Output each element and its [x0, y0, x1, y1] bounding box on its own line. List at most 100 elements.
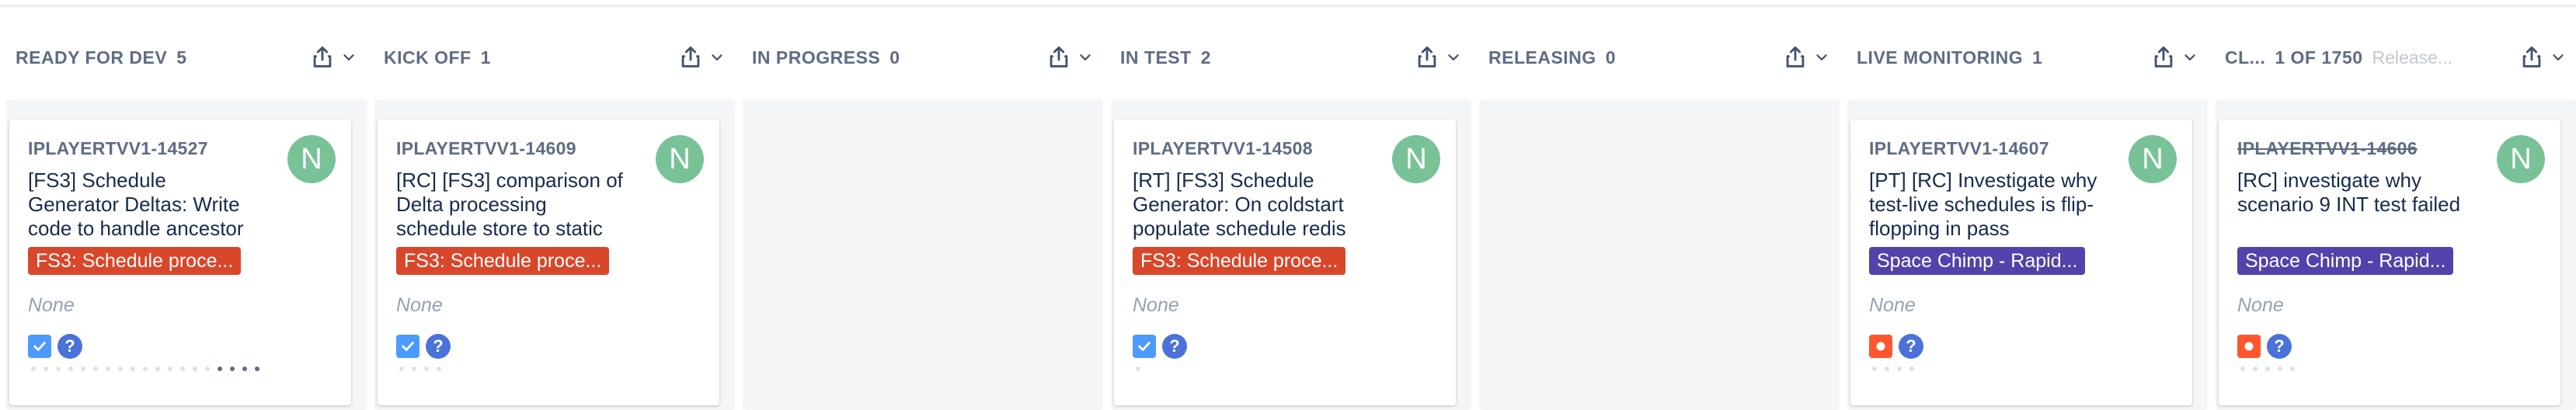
column-live-monitoring: LIVE MONITORING 1 IPLAYERTVV1-14607 N [P… [1847, 16, 2208, 410]
story-type-icon [396, 335, 419, 358]
column-issue-count: 5 [176, 47, 187, 68]
column-actions[interactable] [1046, 44, 1094, 71]
assignee-avatar[interactable]: N [287, 135, 336, 183]
column-issue-count: 1 [480, 47, 491, 68]
fix-version: None [396, 294, 443, 316]
assignee-avatar[interactable]: N [2129, 135, 2177, 183]
card-icons: ? [28, 334, 332, 359]
column-header: IN PROGRESS 0 [743, 16, 1103, 99]
kanban-board: READY FOR DEV 5 IPLAYERTVV1-14527 N [FS3… [0, 16, 2576, 410]
priority-icon: ? [2267, 334, 2292, 359]
chevron-down-icon[interactable] [1813, 49, 1830, 66]
column-header: CL... 1 OF 1750 Release... [2216, 16, 2576, 99]
column-actions[interactable] [1414, 44, 1462, 71]
subtask-progress-dots [1136, 367, 1437, 371]
column-actions[interactable] [2519, 44, 2567, 71]
priority-icon: ? [1162, 334, 1187, 359]
story-type-icon [1133, 335, 1156, 358]
assignee-avatar[interactable]: N [2497, 135, 2545, 183]
chevron-down-icon[interactable] [2181, 49, 2198, 66]
column-in-progress: IN PROGRESS 0 [743, 16, 1103, 410]
card-icons: ? [2237, 334, 2542, 359]
epic-label[interactable]: Space Chimp - Rapid... [1869, 247, 2086, 275]
column-title-label: CL... [2225, 47, 2266, 68]
column-title-label: IN PROGRESS [752, 47, 881, 68]
epic-label[interactable]: FS3: Schedule proce... [396, 247, 610, 275]
issue-card[interactable]: IPLAYERTVV1-14508 N [RT] [FS3] Schedule … [1114, 120, 1456, 405]
column-title-label: RELEASING [1488, 47, 1596, 68]
export-icon[interactable] [1414, 44, 1440, 71]
column-title-label: READY FOR DEV [16, 47, 168, 68]
column-title: IN PROGRESS 0 [752, 47, 900, 68]
column-closed: CL... 1 OF 1750 Release... IPLAYERTVV1-1… [2216, 16, 2576, 410]
column-ready-for-dev: READY FOR DEV 5 IPLAYERTVV1-14527 N [FS3… [6, 16, 367, 410]
release-placeholder[interactable]: Release... [2372, 47, 2453, 68]
column-title: RELEASING 0 [1488, 47, 1616, 68]
subtask-progress-dots [31, 367, 332, 371]
epic-label[interactable]: Space Chimp - Rapid... [2237, 247, 2454, 275]
export-icon[interactable] [2519, 44, 2545, 71]
fix-version: None [2237, 294, 2284, 316]
assignee-avatar[interactable]: N [656, 135, 704, 183]
column-actions[interactable] [1782, 44, 1830, 71]
column-title-label: KICK OFF [384, 47, 472, 68]
export-icon[interactable] [2150, 44, 2177, 71]
issue-summary: [RC] investigate why scenario 9 INT test… [2237, 169, 2461, 216]
column-header: IN TEST 2 [1111, 16, 1471, 99]
column-header: LIVE MONITORING 1 [1847, 16, 2208, 99]
export-icon[interactable] [1782, 44, 1808, 71]
column-body: IPLAYERTVV1-14607 N [PT] [RC] Investigat… [1847, 99, 2208, 410]
column-body[interactable] [1479, 99, 1840, 410]
epic-label[interactable]: FS3: Schedule proce... [28, 247, 242, 275]
issue-summary: [RC] [FS3] comparison of Delta processin… [396, 169, 623, 240]
card-icons: ? [1869, 334, 2174, 359]
card-icons: ? [396, 334, 701, 359]
chevron-down-icon[interactable] [708, 49, 726, 66]
chevron-down-icon[interactable] [2550, 49, 2567, 66]
export-icon[interactable] [1046, 44, 1072, 71]
column-title-label: IN TEST [1120, 47, 1192, 68]
column-body: IPLAYERTVV1-14606 N [RC] investigate why… [2216, 99, 2576, 410]
column-actions[interactable] [677, 44, 726, 71]
column-actions[interactable] [309, 44, 357, 71]
issue-card[interactable]: IPLAYERTVV1-14609 N [RC] [FS3] compariso… [378, 120, 719, 405]
column-releasing: RELEASING 0 [1479, 16, 1840, 410]
assignee-avatar[interactable]: N [1392, 135, 1440, 183]
column-body[interactable] [743, 99, 1103, 410]
chevron-down-icon[interactable] [340, 49, 357, 66]
card-icons: ? [1133, 334, 1437, 359]
column-title: LIVE MONITORING 1 [1857, 47, 2042, 68]
column-title: KICK OFF 1 [384, 47, 491, 68]
column-issue-count: 2 [1200, 47, 1211, 68]
column-issue-count: 0 [889, 47, 900, 68]
issue-summary: [PT] [RC] Investigate why test-live sche… [1869, 169, 2097, 240]
column-in-test: IN TEST 2 IPLAYERTVV1-14508 N [RT] [FS3]… [1111, 16, 1471, 410]
column-title: READY FOR DEV 5 [16, 47, 187, 68]
fix-version: None [1869, 294, 1916, 316]
column-issue-count: 1 OF 1750 [2275, 47, 2363, 68]
column-body: IPLAYERTVV1-14527 N [FS3] Schedule Gener… [6, 99, 367, 410]
export-icon[interactable] [309, 44, 336, 71]
story-type-icon [28, 335, 51, 358]
subtask-progress-dots [1872, 367, 2174, 371]
column-header: READY FOR DEV 5 [6, 16, 367, 99]
priority-icon: ? [1899, 334, 1923, 359]
column-title: CL... 1 OF 1750 Release... [2225, 47, 2452, 68]
export-icon[interactable] [677, 44, 704, 71]
chevron-down-icon[interactable] [1445, 49, 1462, 66]
issue-card[interactable]: IPLAYERTVV1-14527 N [FS3] Schedule Gener… [9, 120, 351, 405]
column-header: RELEASING 0 [1479, 16, 1840, 99]
board-top-border [0, 5, 2576, 7]
column-kick-off: KICK OFF 1 IPLAYERTVV1-14609 N [RC] [FS3… [374, 16, 735, 410]
fix-version: None [28, 294, 75, 316]
issue-summary: [FS3] Schedule Generator Deltas: Write c… [28, 169, 244, 240]
column-header: KICK OFF 1 [374, 16, 735, 99]
issue-card[interactable]: IPLAYERTVV1-14606 N [RC] investigate why… [2219, 120, 2560, 405]
column-body: IPLAYERTVV1-14609 N [RC] [FS3] compariso… [374, 99, 735, 410]
epic-label[interactable]: FS3: Schedule proce... [1133, 247, 1346, 275]
chevron-down-icon[interactable] [1077, 49, 1094, 66]
column-issue-count: 1 [2032, 47, 2043, 68]
issue-card[interactable]: IPLAYERTVV1-14607 N [PT] [RC] Investigat… [1850, 120, 2192, 405]
priority-icon: ? [426, 334, 451, 359]
column-actions[interactable] [2150, 44, 2198, 71]
